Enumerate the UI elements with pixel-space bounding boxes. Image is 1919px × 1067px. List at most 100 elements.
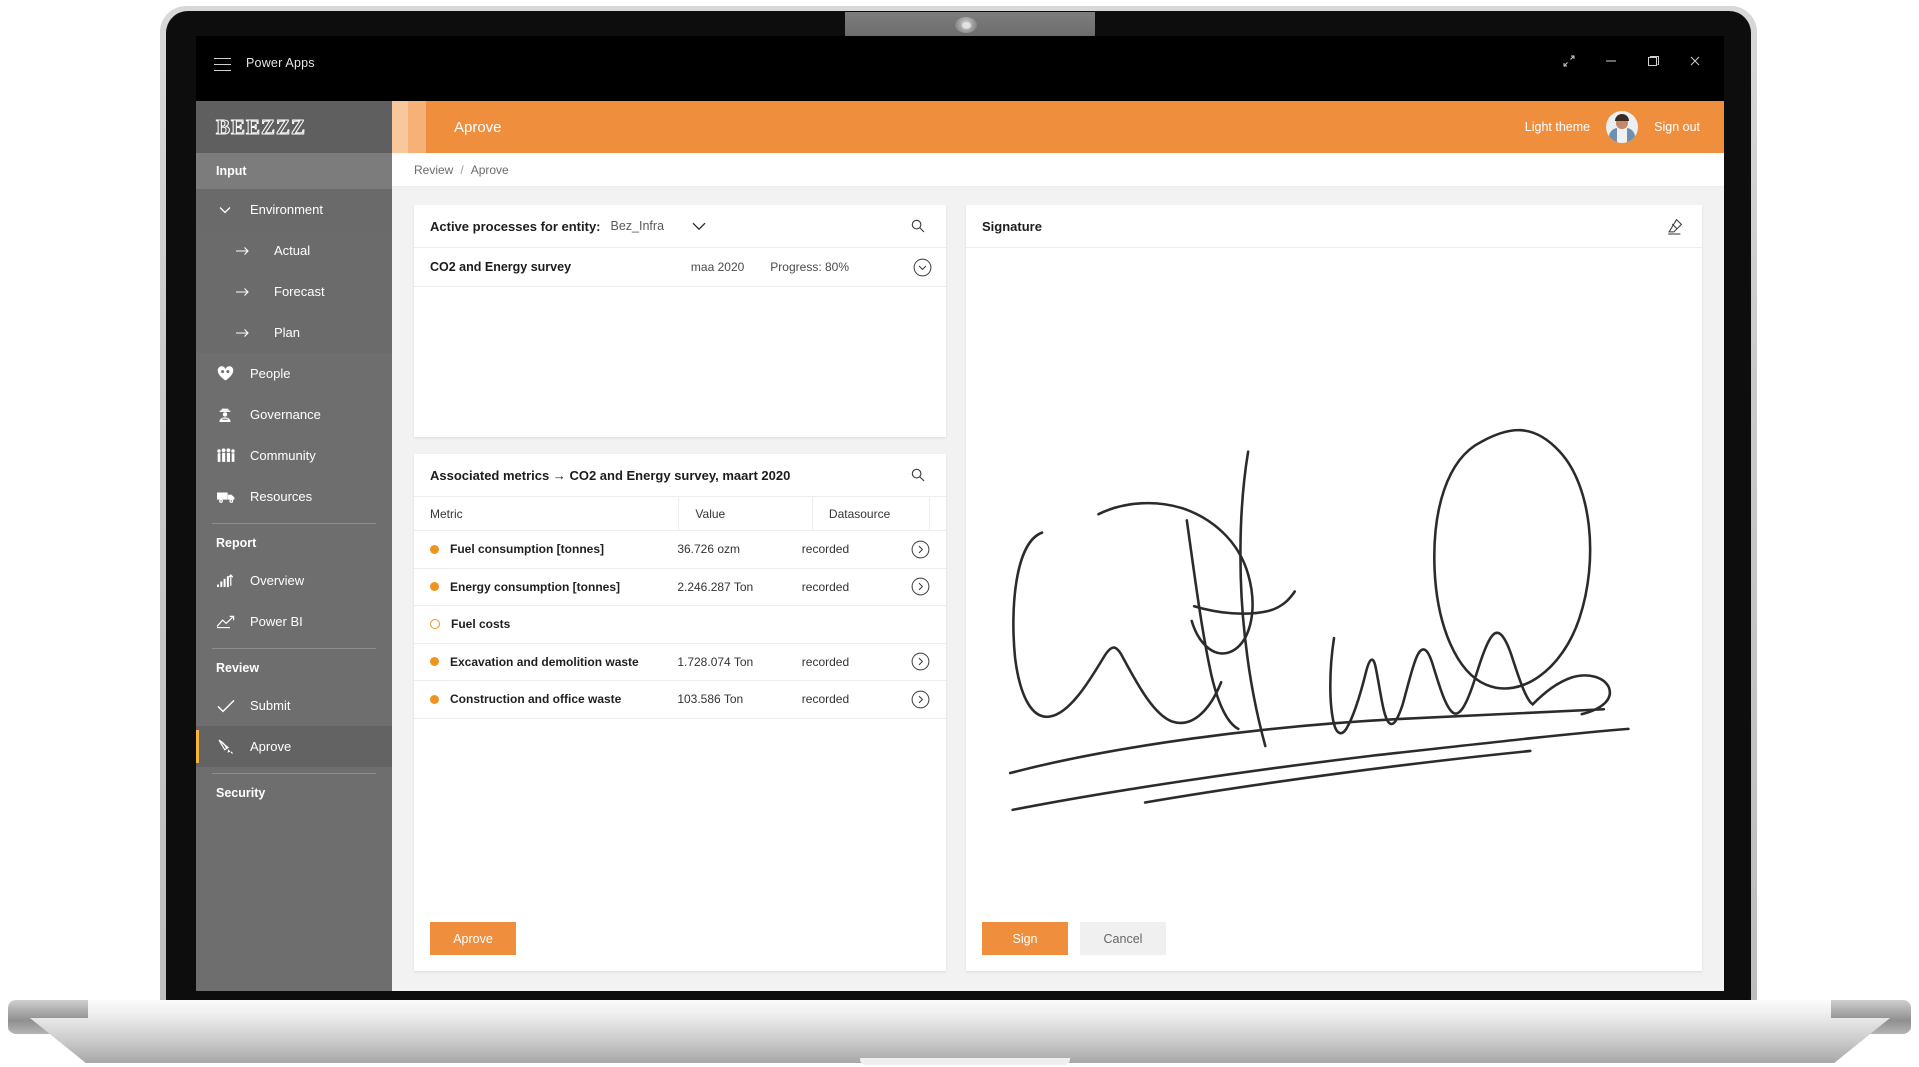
- search-icon[interactable]: [906, 463, 930, 487]
- sidebar-item-plan[interactable]: Plan: [196, 312, 392, 353]
- sidebar-item-label: Resources: [250, 489, 313, 504]
- table-row[interactable]: Fuel consumption [tonnes] 36.726 ozm rec…: [414, 531, 946, 569]
- metric-name: Fuel consumption [tonnes]: [450, 542, 604, 557]
- signature-canvas[interactable]: [966, 248, 1702, 908]
- left-column: Active processes for entity: Bez_Infra C…: [414, 205, 946, 971]
- column-header-metric: Metric: [430, 506, 463, 521]
- sidebar-item-environment[interactable]: Environment: [196, 189, 392, 230]
- sidebar-item-label: Community: [250, 448, 316, 463]
- chevron-right-circle-icon[interactable]: [911, 577, 930, 596]
- expand-icon[interactable]: [1548, 46, 1590, 76]
- breadcrumb-current: Aprove: [470, 162, 509, 177]
- minimize-icon[interactable]: [1590, 46, 1632, 76]
- status-dot: [430, 694, 439, 704]
- status-dot: [430, 582, 439, 592]
- header-accent-strip-light: [392, 101, 408, 153]
- sidebar-item-submit[interactable]: Submit: [196, 685, 392, 726]
- brand-text: BEEZZZ: [215, 114, 307, 139]
- sidebar-item-label: Submit: [250, 698, 291, 713]
- restore-icon[interactable]: [1632, 46, 1674, 76]
- table-row[interactable]: Excavation and demolition waste 1.728.07…: [414, 644, 946, 681]
- line-chart-icon: [216, 614, 242, 629]
- webcam-lens-icon: [962, 22, 971, 29]
- sidebar-item-label: Overview: [250, 573, 305, 588]
- approve-button[interactable]: Aprove: [430, 922, 516, 955]
- signature-drawing: [1008, 428, 1630, 812]
- application-body: BEEZZZ Input Environment Actual Forecast…: [196, 101, 1724, 991]
- chevron-down-icon[interactable]: [688, 218, 710, 234]
- sidebar-item-label: Forecast: [274, 284, 325, 299]
- chevron-right-circle-icon[interactable]: [911, 540, 930, 559]
- cancel-button[interactable]: Cancel: [1080, 922, 1166, 955]
- signature-title: Signature: [982, 218, 1042, 234]
- arrow-right-icon: [234, 244, 260, 258]
- chevron-right-circle-icon[interactable]: [911, 652, 930, 671]
- hamburger-menu-icon[interactable]: [214, 58, 231, 71]
- sidebar-item-aprove[interactable]: Aprove: [196, 726, 392, 767]
- chevron-down-circle-icon[interactable]: [913, 258, 932, 277]
- breadcrumb-parent[interactable]: Review: [414, 163, 453, 177]
- metric-name: Construction and office waste: [450, 692, 622, 707]
- table-row[interactable]: Fuel costs: [414, 606, 946, 644]
- process-row[interactable]: CO2 and Energy survey maa 2020 Progress:…: [414, 248, 946, 287]
- table-row[interactable]: Construction and office waste 103.586 To…: [414, 681, 946, 719]
- eraser-icon[interactable]: [1662, 214, 1686, 238]
- metric-value: 2.246.287 Ton: [677, 579, 754, 594]
- check-icon: [216, 698, 242, 714]
- search-icon[interactable]: [906, 214, 930, 238]
- column-header-value: Value: [678, 497, 811, 530]
- app-header-bar: Aprove Light theme Sign out: [392, 101, 1724, 153]
- process-progress: Progress: 80%: [770, 260, 849, 274]
- chevron-right-circle-icon[interactable]: [911, 690, 930, 709]
- officer-icon: [216, 406, 242, 424]
- entity-value: Bez_Infra: [610, 219, 665, 233]
- sidebar-item-label: Power BI: [250, 614, 303, 629]
- window-app-title: Power Apps: [246, 56, 315, 70]
- sign-out-button[interactable]: Sign out: [1654, 120, 1700, 134]
- arrow-right-icon: [234, 285, 260, 299]
- bar-chart-icon: [216, 572, 242, 589]
- theme-toggle-link[interactable]: Light theme: [1525, 120, 1590, 134]
- sidebar-item-label: Aprove: [250, 739, 292, 754]
- sidebar-section-report: Report: [216, 536, 257, 550]
- close-icon[interactable]: [1674, 46, 1716, 76]
- signature-actions: Sign Cancel: [966, 908, 1702, 971]
- active-processes-header: Active processes for entity: Bez_Infra: [414, 205, 946, 248]
- sidebar-item-overview[interactable]: Overview: [196, 560, 392, 601]
- breadcrumb-separator: /: [460, 162, 464, 177]
- metric-datasource: recorded: [801, 654, 850, 669]
- metric-name: Fuel costs: [451, 617, 511, 632]
- sidebar-item-power-bi[interactable]: Power BI: [196, 601, 392, 642]
- metric-datasource: recorded: [801, 542, 850, 557]
- associated-metrics-header: Associated metrics → CO2 and Energy surv…: [414, 454, 946, 497]
- avatar-hair: [1615, 114, 1630, 121]
- main-content: Aprove Light theme Sign out Review / Apr…: [392, 101, 1724, 991]
- table-row[interactable]: Energy consumption [tonnes] 2.246.287 To…: [414, 569, 946, 606]
- heart-people-icon: [216, 365, 242, 382]
- sign-button[interactable]: Sign: [982, 922, 1068, 955]
- sidebar-item-community[interactable]: Community: [196, 435, 392, 476]
- screen: Power Apps BEEZZZ Input Environment Actu…: [196, 36, 1724, 991]
- sidebar-item-label: People: [250, 366, 291, 381]
- sidebar-item-label: Actual: [274, 243, 311, 258]
- sidebar-item-forecast[interactable]: Forecast: [196, 271, 392, 312]
- sidebar-section-input: Input: [196, 153, 392, 189]
- metrics-table-header: Metric Value Datasource: [414, 497, 946, 531]
- sidebar-item-people[interactable]: People: [196, 353, 392, 394]
- sidebar-item-label: Plan: [274, 325, 301, 340]
- laptop-base-body: [30, 1018, 1890, 1063]
- sidebar-item-resources[interactable]: Resources: [196, 476, 392, 517]
- metric-value: 1.728.074 Ton: [677, 654, 754, 669]
- metrics-empty-area: [414, 719, 946, 907]
- avatar[interactable]: [1606, 111, 1639, 143]
- metric-name: Excavation and demolition waste: [450, 654, 639, 669]
- metric-name: Energy consumption [tonnes]: [450, 579, 621, 594]
- sidebar-item-governance[interactable]: Governance: [196, 394, 392, 435]
- active-processes-title: Active processes for entity:: [430, 218, 601, 234]
- sidebar-item-actual[interactable]: Actual: [196, 230, 392, 271]
- signature-card: Signature Sign Cancel: [966, 205, 1702, 971]
- metrics-actions: Aprove: [414, 906, 946, 971]
- truck-icon: [216, 489, 242, 504]
- sidebar-item-label: Environment: [250, 202, 323, 217]
- arrow-right-icon: [234, 326, 260, 340]
